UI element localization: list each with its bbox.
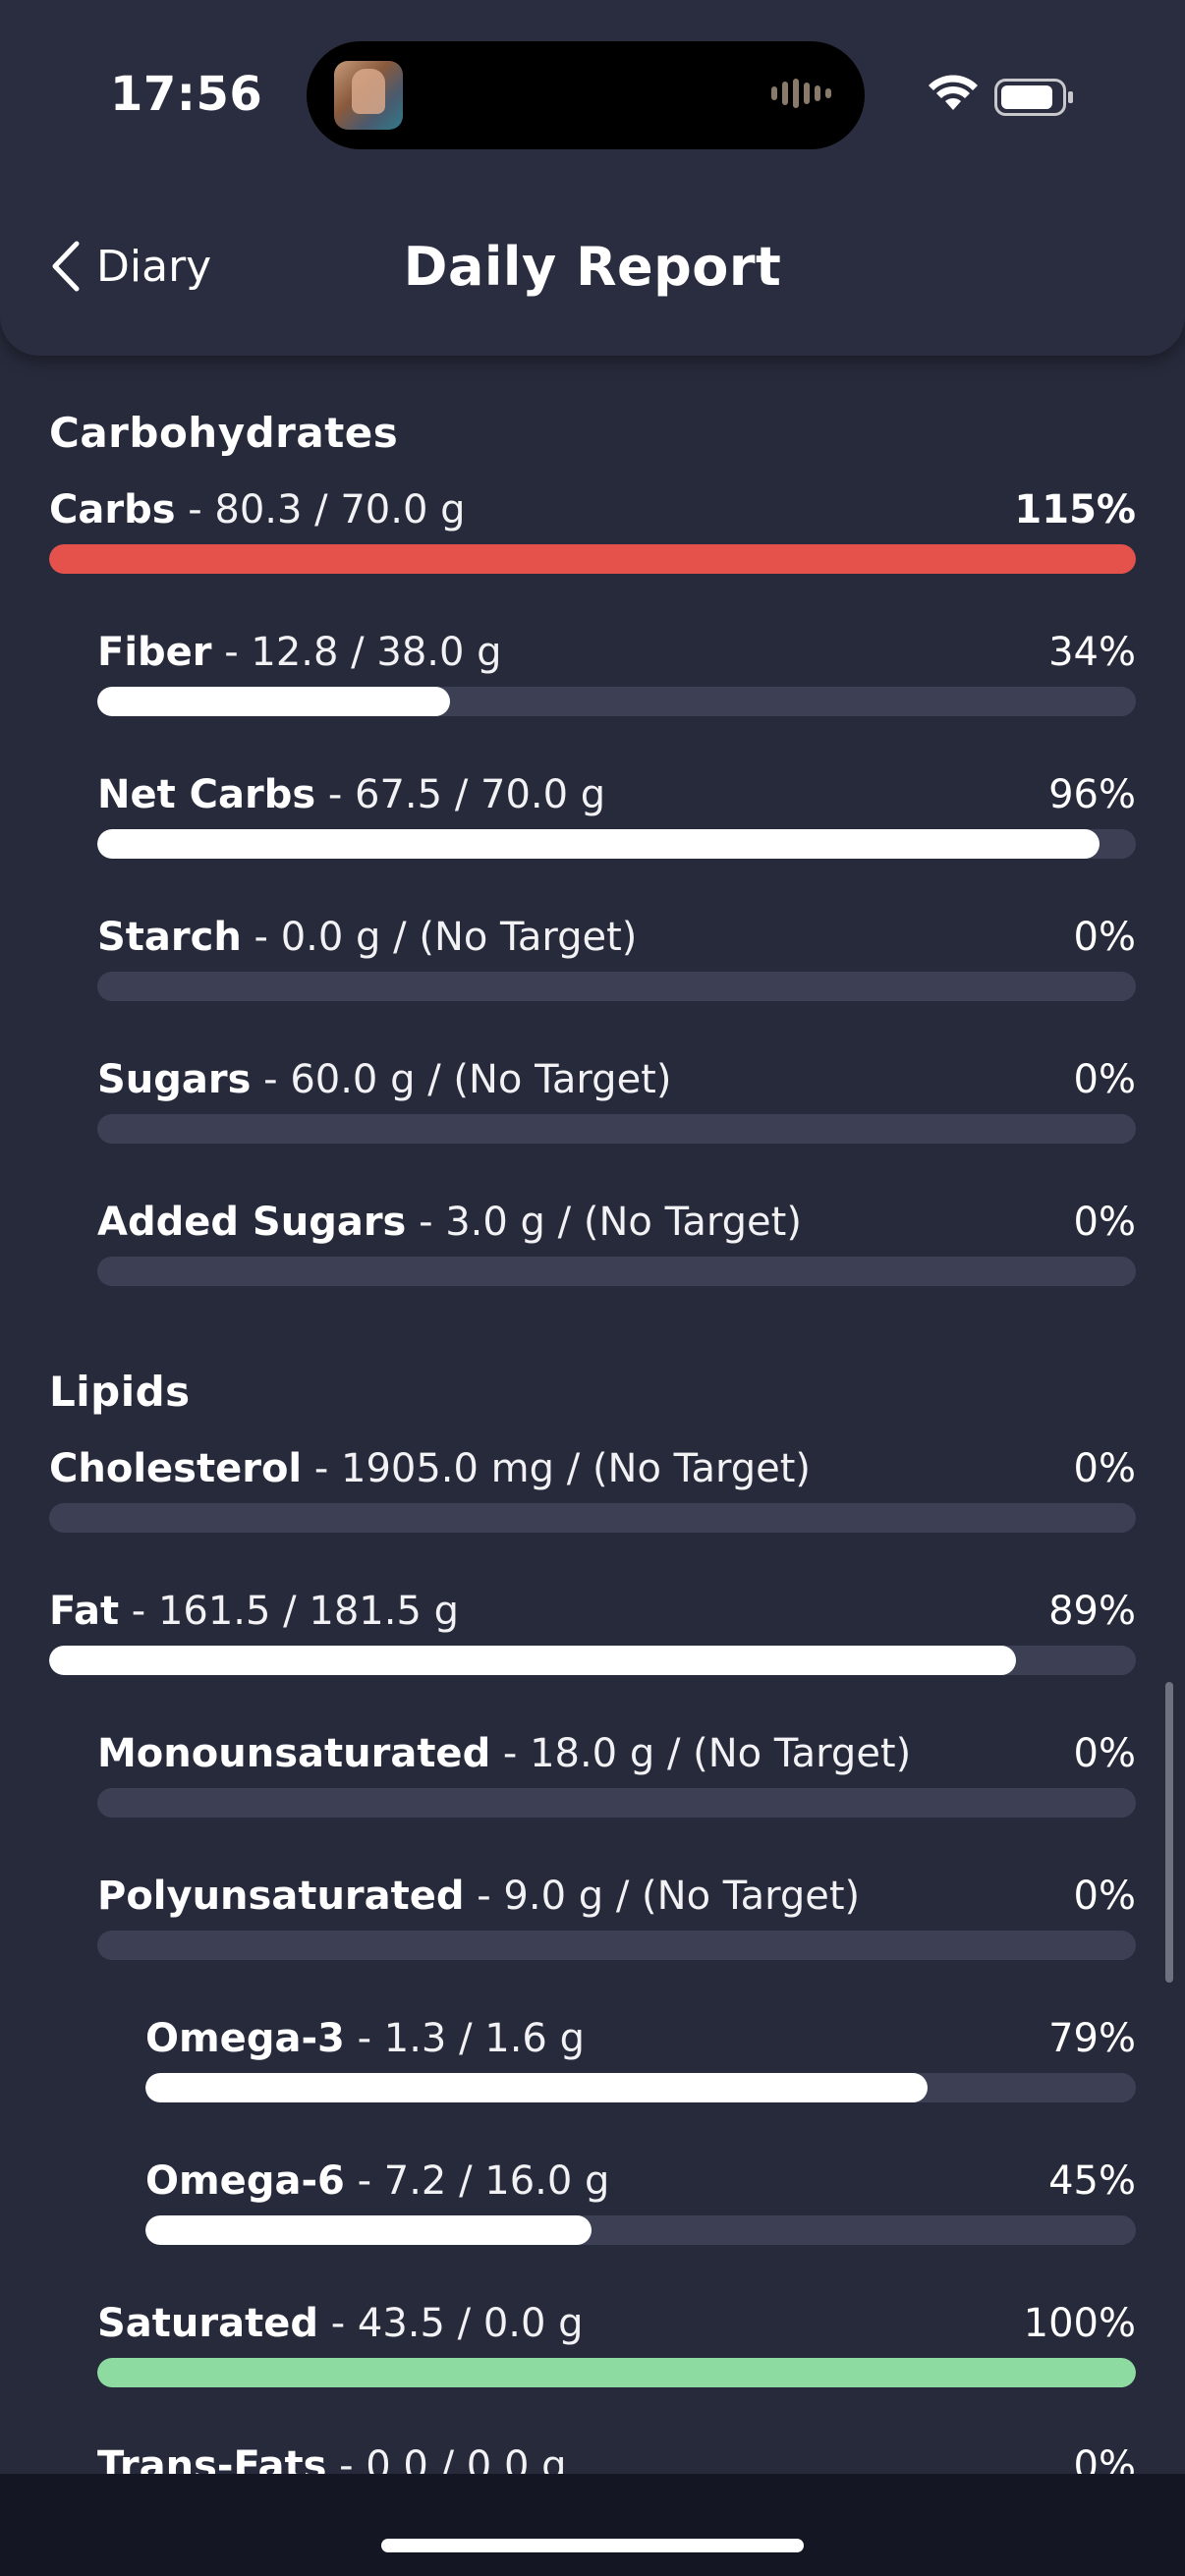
section-title-lipids: Lipids <box>49 1368 191 1416</box>
nutrient-percent: 0% <box>1073 1057 1136 1102</box>
progress-track <box>97 1788 1136 1818</box>
section-title-carbohydrates: Carbohydrates <box>49 409 399 457</box>
nutrient-percent: 0% <box>1073 1200 1136 1245</box>
wifi-icon <box>929 75 978 110</box>
nutrient-percent: 0% <box>1073 2443 1136 2474</box>
nutrient-row-saturated[interactable]: Saturated - 43.5 / 0.0 g 100% <box>97 2299 1136 2387</box>
nutrient-percent: 0% <box>1073 915 1136 960</box>
progress-fill <box>97 687 451 716</box>
nutrient-name: Fat <box>49 1589 120 1634</box>
scroll-indicator[interactable] <box>1165 1682 1173 1983</box>
page-title: Daily Report <box>403 236 782 298</box>
nutrient-name: Added Sugars <box>97 1200 407 1245</box>
progress-track <box>97 1257 1136 1286</box>
nutrient-detail: - 9.0 g / (No Target) <box>464 1874 861 1919</box>
audio-waveform-icon <box>771 79 831 108</box>
nutrient-row-net-carbs[interactable]: Net Carbs - 67.5 / 70.0 g 96% <box>97 770 1136 859</box>
nutrient-name: Omega-6 <box>145 2158 345 2204</box>
nutrient-name: Net Carbs <box>97 772 316 817</box>
nutrient-percent: 34% <box>1048 630 1136 675</box>
nutrient-row-trans-fats[interactable]: Trans-Fats - 0.0 / 0.0 g 0% <box>97 2441 1136 2474</box>
nutrient-row-polyunsaturated[interactable]: Polyunsaturated - 9.0 g / (No Target) 0% <box>97 1872 1136 1960</box>
progress-track <box>97 972 1136 1001</box>
progress-track <box>145 2073 1136 2102</box>
nutrient-row-cholesterol[interactable]: Cholesterol - 1905.0 mg / (No Target) 0% <box>49 1444 1136 1533</box>
nutrient-percent: 89% <box>1048 1589 1136 1634</box>
nutrient-name: Cholesterol <box>49 1446 303 1491</box>
nutrient-row-fat[interactable]: Fat - 161.5 / 181.5 g 89% <box>49 1587 1136 1675</box>
home-indicator[interactable] <box>381 2539 804 2552</box>
nutrient-percent: 115% <box>1014 487 1136 532</box>
nutrient-detail: - 1905.0 mg / (No Target) <box>302 1446 812 1491</box>
progress-track <box>97 2358 1136 2387</box>
nutrient-row-carbs[interactable]: Carbs - 80.3 / 70.0 g 115% <box>49 485 1136 574</box>
nutrient-row-omega-3[interactable]: Omega-3 - 1.3 / 1.6 g 79% <box>145 2014 1136 2102</box>
nutrient-percent: 0% <box>1073 1731 1136 1776</box>
progress-track <box>97 687 1136 716</box>
progress-fill <box>97 2358 1136 2387</box>
nutrient-name: Saturated <box>97 2301 318 2346</box>
nutrient-name: Monounsaturated <box>97 1731 491 1776</box>
nutrient-detail: - 12.8 / 38.0 g <box>211 630 502 675</box>
nutrient-detail: - 67.5 / 70.0 g <box>315 772 606 817</box>
progress-fill <box>145 2215 592 2245</box>
nutrient-detail: - 43.5 / 0.0 g <box>318 2301 584 2346</box>
progress-fill <box>49 544 1136 574</box>
nutrient-name: Carbs <box>49 487 176 532</box>
progress-track <box>97 1931 1136 1960</box>
battery-icon <box>994 79 1073 116</box>
progress-track <box>49 1503 1136 1533</box>
nutrient-detail: - 1.3 / 1.6 g <box>344 2016 585 2061</box>
nutrient-row-added-sugars[interactable]: Added Sugars - 3.0 g / (No Target) 0% <box>97 1198 1136 1286</box>
nutrient-name: Fiber <box>97 630 212 675</box>
now-playing-thumbnail <box>334 61 403 130</box>
progress-track <box>49 1646 1136 1675</box>
nutrient-percent: 0% <box>1073 1446 1136 1491</box>
nutrient-percent: 79% <box>1048 2016 1136 2061</box>
progress-track <box>49 544 1136 574</box>
bottom-safe-area <box>0 2474 1185 2576</box>
nutrient-row-starch[interactable]: Starch - 0.0 g / (No Target) 0% <box>97 913 1136 1001</box>
progress-fill <box>97 829 1100 859</box>
nutrient-percent: 96% <box>1048 772 1136 817</box>
nutrient-detail: - 0.0 / 0.0 g <box>326 2443 567 2474</box>
nutrient-detail: - 7.2 / 16.0 g <box>344 2158 610 2204</box>
nutrient-name: Sugars <box>97 1057 252 1102</box>
nutrient-row-sugars[interactable]: Sugars - 60.0 g / (No Target) 0% <box>97 1055 1136 1144</box>
nutrient-percent: 45% <box>1048 2158 1136 2204</box>
nutrient-detail: - 18.0 g / (No Target) <box>490 1731 912 1776</box>
nutrient-name: Polyunsaturated <box>97 1874 465 1919</box>
nutrient-detail: - 60.0 g / (No Target) <box>251 1057 672 1102</box>
progress-fill <box>145 2073 929 2102</box>
progress-track <box>97 829 1136 859</box>
nutrient-row-monounsaturated[interactable]: Monounsaturated - 18.0 g / (No Target) 0% <box>97 1729 1136 1818</box>
nutrient-detail: - 3.0 g / (No Target) <box>406 1200 802 1245</box>
nutrient-percent: 100% <box>1023 2301 1136 2346</box>
nav-header: 17:56 Diary Daily Report <box>0 0 1185 356</box>
nutrient-name: Starch <box>97 915 242 960</box>
nutrient-row-fiber[interactable]: Fiber - 12.8 / 38.0 g 34% <box>97 628 1136 716</box>
nutrient-detail: - 161.5 / 181.5 g <box>119 1589 459 1634</box>
nutrient-detail: - 80.3 / 70.0 g <box>175 487 466 532</box>
nutrient-row-omega-6[interactable]: Omega-6 - 7.2 / 16.0 g 45% <box>145 2156 1136 2245</box>
nutrient-percent: 0% <box>1073 1874 1136 1919</box>
nutrient-detail: - 0.0 g / (No Target) <box>241 915 638 960</box>
nutrient-name: Trans-Fats <box>97 2443 327 2474</box>
nutrient-name: Omega-3 <box>145 2016 345 2061</box>
progress-track <box>145 2215 1136 2245</box>
progress-track <box>97 1114 1136 1144</box>
dynamic-island[interactable] <box>307 41 865 149</box>
report-content[interactable]: Carbohydrates Carbs - 80.3 / 70.0 g 115% … <box>49 356 1136 2474</box>
progress-fill <box>49 1646 1017 1675</box>
status-time: 17:56 <box>110 67 263 122</box>
